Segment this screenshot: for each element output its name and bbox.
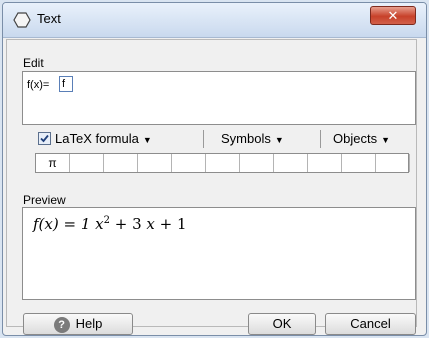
symbol-button[interactable] xyxy=(342,154,376,172)
symbol-button[interactable] xyxy=(376,154,410,172)
edit-toolbar: LaTeX formula ▼ Symbols ▼ Objects ▼ xyxy=(22,128,416,150)
preview-panel: f(x) = 1 x2 + 3 x + 1 xyxy=(22,207,416,300)
help-button-label: Help xyxy=(75,316,103,331)
symbol-button[interactable]: π xyxy=(36,154,70,172)
preview-section-label: Preview xyxy=(23,193,66,207)
edit-prefix-text: f(x)= xyxy=(27,79,50,91)
objects-label: Objects xyxy=(333,131,378,146)
cancel-button-label: Cancel xyxy=(350,316,391,331)
close-button[interactable]: ✕ xyxy=(370,6,416,25)
close-icon: ✕ xyxy=(387,8,399,23)
symbol-button[interactable] xyxy=(206,154,240,172)
symbols-dropdown[interactable]: Symbols ▼ xyxy=(221,131,284,146)
dynamic-text-field[interactable]: f xyxy=(59,76,73,92)
symbol-button[interactable] xyxy=(240,154,274,172)
title-bar[interactable]: Text ✕ xyxy=(3,3,426,38)
text-tool-icon xyxy=(13,12,31,28)
toolbar-divider xyxy=(320,130,321,148)
formula-var-x: x xyxy=(95,215,104,233)
objects-dropdown[interactable]: Objects ▼ xyxy=(333,131,390,146)
latex-formula-dropdown[interactable]: LaTeX formula ▼ xyxy=(55,131,152,146)
cancel-button[interactable]: Cancel xyxy=(325,313,416,335)
symbol-button[interactable] xyxy=(172,154,206,172)
symbol-quick-row: π xyxy=(35,153,410,173)
edit-section-label: Edit xyxy=(23,56,44,70)
formula-middle: + 3 xyxy=(109,215,147,233)
chevron-down-icon: ▼ xyxy=(381,134,390,145)
symbol-button[interactable] xyxy=(104,154,138,172)
chevron-down-icon: ▼ xyxy=(274,134,284,145)
chevron-down-icon: ▼ xyxy=(142,134,152,145)
symbols-label: Symbols xyxy=(221,131,271,146)
formula-lhs: f(x) = 1 xyxy=(33,215,96,233)
checkmark-icon xyxy=(40,134,49,143)
formula-tail: + 1 xyxy=(154,215,187,233)
formula-preview: f(x) = 1 x2 + 3 x + 1 xyxy=(33,215,187,233)
latex-checkbox[interactable] xyxy=(38,132,51,145)
ok-button[interactable]: OK xyxy=(248,313,316,335)
window-title: Text xyxy=(37,11,61,26)
latex-formula-label: LaTeX formula xyxy=(55,131,139,146)
toolbar-divider xyxy=(203,130,204,148)
symbol-button[interactable] xyxy=(274,154,308,172)
help-icon: ? xyxy=(53,316,70,333)
formula-var-x: x xyxy=(146,215,155,233)
symbol-button[interactable] xyxy=(70,154,104,172)
symbol-button[interactable] xyxy=(138,154,172,172)
ok-button-label: OK xyxy=(272,316,292,331)
edit-textarea[interactable]: f(x)= f xyxy=(22,71,416,125)
symbol-button[interactable] xyxy=(308,154,342,172)
help-button[interactable]: ? Help xyxy=(23,313,133,335)
